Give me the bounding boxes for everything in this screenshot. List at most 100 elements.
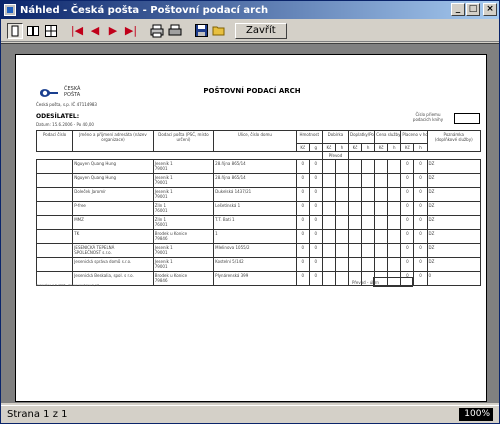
sum-box bbox=[373, 277, 413, 287]
addressee-name: P-free bbox=[74, 203, 86, 208]
cell-dobirka-h bbox=[334, 159, 350, 174]
cell-doplatky-kc bbox=[348, 243, 363, 258]
printer-setup-icon bbox=[150, 24, 164, 37]
cell-poznamka: DZ bbox=[426, 159, 482, 174]
cell-placeno-h: 0 bbox=[413, 159, 428, 174]
cell-kg: 0 bbox=[295, 187, 310, 202]
cell-placeno-h: 0 bbox=[413, 257, 428, 272]
cell-ulice: Dukelská 1437/21 bbox=[213, 187, 297, 202]
cell-podaci-cislo bbox=[35, 229, 74, 244]
cell-placeno-kc: 0 bbox=[400, 173, 415, 188]
cell-adresat: TK bbox=[72, 229, 154, 244]
open-button[interactable] bbox=[211, 23, 227, 39]
app-window: Náhled - Česká pošta - Poštovní podací a… bbox=[0, 0, 500, 424]
prev-page-button[interactable]: ◀ bbox=[87, 23, 103, 39]
report-page: ČESKÁ POŠTA Česká pošta, s.p. IČ 4711498… bbox=[15, 54, 487, 402]
cell-cena-h bbox=[387, 229, 402, 244]
save-button[interactable] bbox=[193, 23, 209, 39]
cell-dobirka-kc bbox=[321, 159, 336, 174]
cell-placeno-kc: 0 bbox=[400, 257, 415, 272]
print-button[interactable] bbox=[167, 23, 183, 39]
cell-g: 0 bbox=[308, 187, 323, 202]
cell-dobirka-kc bbox=[321, 173, 336, 188]
cell-g: 0 bbox=[308, 271, 323, 286]
prev-page-icon: ◀ bbox=[90, 24, 100, 37]
zoom-level[interactable]: 100% bbox=[459, 408, 493, 421]
cell-placeno-h: 0 bbox=[413, 187, 428, 202]
print-setup-button[interactable] bbox=[149, 23, 165, 39]
single-page-view-button[interactable] bbox=[7, 22, 23, 39]
cell-placeno-h: 0 bbox=[413, 243, 428, 258]
header-dodaci-posta: Dodací pošta (PSČ, místo určení) bbox=[152, 130, 215, 152]
close-preview-button[interactable]: Zavřít bbox=[235, 22, 287, 39]
cell-dobirka-h bbox=[334, 229, 350, 244]
cell-kg: 0 bbox=[295, 173, 310, 188]
cell-podaci-cislo bbox=[35, 243, 74, 258]
cell-doplatky-h bbox=[361, 229, 376, 244]
cell-placeno-kc: 0 bbox=[400, 159, 415, 174]
last-page-button[interactable]: ▶| bbox=[123, 23, 139, 39]
cell-dobirka-kc bbox=[321, 201, 336, 216]
cell-kg: 0 bbox=[295, 201, 310, 216]
close-window-button[interactable]: × bbox=[483, 3, 497, 16]
table-row: Nguyen Quang Hung Jeseník 1 79001 28.října … bbox=[35, 159, 482, 174]
cell-doplatky-kc bbox=[348, 229, 363, 244]
cell-adresat: MMZ bbox=[72, 215, 154, 230]
next-page-button[interactable]: ▶ bbox=[105, 23, 121, 39]
window-controls: _ □ × bbox=[451, 3, 497, 16]
cell-ulice: 28.října 865/14 bbox=[213, 159, 297, 174]
multi-page-view-button[interactable] bbox=[43, 23, 59, 39]
postal-code: 79001 bbox=[154, 194, 168, 199]
cell-ulice: Lešetínská 1 bbox=[213, 201, 297, 216]
cell-posta: Jeseník 1 79001 bbox=[152, 243, 215, 258]
cell-posta: Jeseník 1 79001 bbox=[152, 173, 215, 188]
header-ulice: Ulice, číslo domu bbox=[213, 130, 297, 152]
cell-adresat: Jesenická správa domů s.r.o. bbox=[72, 257, 154, 272]
two-page-view-button[interactable] bbox=[25, 23, 41, 39]
cell-adresat: Doleček Jaromír bbox=[72, 187, 154, 202]
subheader-kc-2: Kč bbox=[348, 143, 363, 152]
subheader-kc-4: Kč bbox=[400, 143, 415, 152]
preview-area[interactable]: ČESKÁ POŠTA Česká pošta, s.p. IČ 4711498… bbox=[1, 43, 499, 403]
subheader-h-2: h bbox=[361, 143, 376, 152]
postal-code: 79846 bbox=[154, 278, 168, 283]
cell-kg: 0 bbox=[295, 159, 310, 174]
cell-placeno-h: 0 bbox=[413, 201, 428, 216]
first-page-button[interactable]: |◀ bbox=[69, 23, 85, 39]
cell-ulice: Kostelní 5/142 bbox=[213, 257, 297, 272]
cell-placeno-kc: 0 bbox=[400, 243, 415, 258]
cell-adresat: P-free bbox=[72, 201, 154, 216]
cell-cena-h bbox=[387, 257, 402, 272]
cell-kg: 0 bbox=[295, 229, 310, 244]
cell-kg: 0 bbox=[295, 271, 310, 286]
floppy-disk-icon bbox=[194, 24, 208, 37]
prevod-label: Převod bbox=[321, 151, 350, 160]
cell-placeno-kc: 0 bbox=[400, 187, 415, 202]
cell-doplatky-h bbox=[361, 215, 376, 230]
cell-podaci-cislo bbox=[35, 257, 74, 272]
app-icon bbox=[4, 4, 16, 16]
cell-g: 0 bbox=[308, 257, 323, 272]
cell-dobirka-kc bbox=[321, 243, 336, 258]
cell-placeno-h: 0 bbox=[413, 229, 428, 244]
maximize-button[interactable]: □ bbox=[466, 3, 480, 16]
cell-podaci-cislo bbox=[35, 215, 74, 230]
subheader-h: h bbox=[334, 143, 350, 152]
cell-dobirka-h bbox=[334, 271, 350, 286]
cell-placeno-kc: 0 bbox=[400, 201, 415, 216]
footer-note: Rozesláno 1.6.2006 - Konec souboru 0 / Ø bbox=[36, 283, 99, 287]
table-row: JESENICKÁ TEPELNÁ SPOLEČNOST s.r.o. Jesení… bbox=[35, 243, 482, 258]
window-title: Náhled - Česká pošta - Poštovní podací a… bbox=[20, 4, 269, 16]
addressee-name: Jesenická Beskalia, spol. s r.o. bbox=[74, 273, 134, 278]
single-page-icon bbox=[11, 25, 19, 36]
cell-doplatky-kc bbox=[348, 187, 363, 202]
cell-adresat: Nguyen Quang Hung bbox=[72, 159, 154, 174]
cell-dobirka-h bbox=[334, 215, 350, 230]
postal-code: 79001 bbox=[154, 166, 168, 171]
minimize-button[interactable]: _ bbox=[451, 3, 465, 16]
cell-g: 0 bbox=[308, 229, 323, 244]
cell-kg: 0 bbox=[295, 215, 310, 230]
addressee-name: Doleček Jaromír bbox=[74, 189, 106, 194]
header-placeno: Placeno v hotovosti bbox=[400, 130, 428, 144]
table-row: Nguyen Quang Hung Jeseník 1 79001 28.října … bbox=[35, 173, 482, 188]
